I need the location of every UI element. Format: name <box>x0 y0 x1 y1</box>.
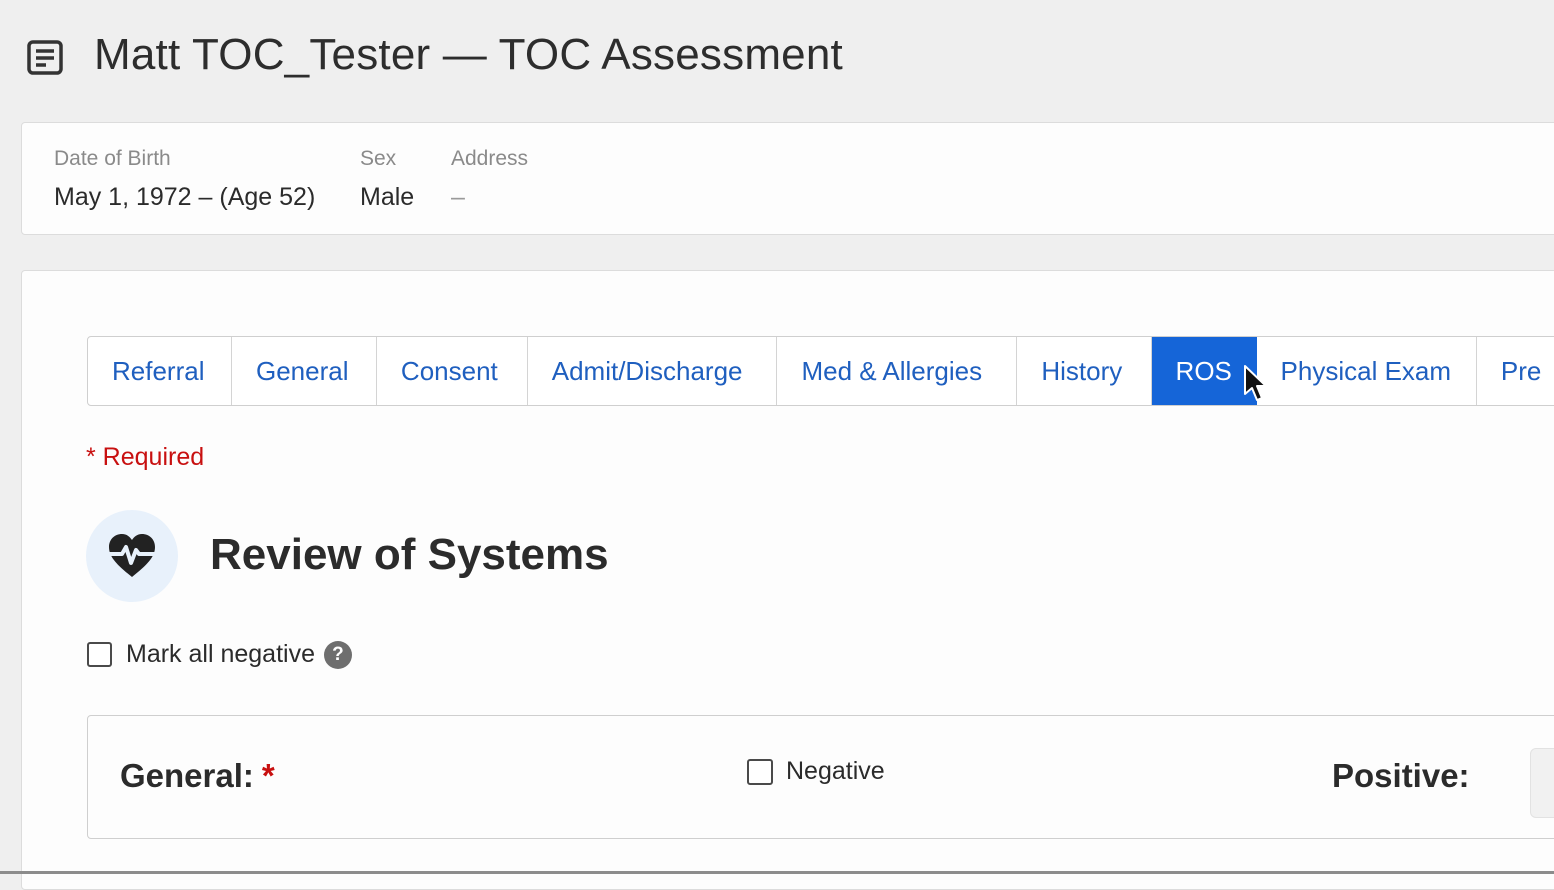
positive-input[interactable] <box>1530 748 1554 818</box>
tab-physical-exam[interactable]: Physical Exam <box>1257 337 1477 405</box>
section-title: Review of Systems <box>210 530 609 579</box>
tab-admit-discharge[interactable]: Admit/Discharge <box>528 337 778 405</box>
negative-option: Negative <box>747 757 885 786</box>
dob-value: May 1, 1972 – (Age 52) <box>54 183 316 211</box>
heart-pulse-icon <box>107 534 157 577</box>
address-field: Address – <box>451 147 528 212</box>
address-label: Address <box>451 147 529 170</box>
document-icon <box>27 40 63 75</box>
tab-consent[interactable]: Consent <box>377 337 528 405</box>
sex-field: Sex Male <box>360 147 414 212</box>
page-title: Matt TOC_Tester — TOC Assessment <box>94 30 843 79</box>
tab-pre[interactable]: Pre <box>1477 337 1554 405</box>
mark-all-negative: Mark all negative ? <box>87 640 352 669</box>
dob-field: Date of Birth May 1, 1972 – (Age 52) <box>54 147 315 212</box>
help-icon[interactable]: ? <box>323 640 352 669</box>
sex-label: Sex <box>360 147 397 170</box>
mark-all-negative-label[interactable]: Mark all negative <box>126 640 315 669</box>
tab-general[interactable]: General <box>232 337 377 405</box>
page-header: Matt TOC_Tester — TOC Assessment <box>0 0 1554 120</box>
mark-all-negative-checkbox[interactable] <box>87 642 112 667</box>
negative-label[interactable]: Negative <box>786 757 885 786</box>
required-note: * Required <box>86 443 205 471</box>
dob-label: Date of Birth <box>54 147 171 170</box>
negative-checkbox[interactable] <box>747 758 773 785</box>
mouse-cursor-icon <box>1244 365 1267 401</box>
required-star: * <box>261 757 275 794</box>
tab-history[interactable]: History <box>1017 337 1152 405</box>
tab-ros[interactable]: ROS <box>1151 337 1257 405</box>
system-label-general: General: * <box>120 757 275 795</box>
address-value: – <box>451 183 465 211</box>
section-icon-badge <box>86 510 178 602</box>
assessment-tabs: Referral General Consent Admit/Discharge… <box>87 336 1554 406</box>
positive-label: Positive: <box>1332 757 1470 794</box>
sex-value: Male <box>360 183 415 211</box>
tab-med-allergies[interactable]: Med & Allergies <box>777 337 1018 405</box>
patient-info-card: Date of Birth May 1, 1972 – (Age 52) Sex… <box>21 122 1554 235</box>
system-label-text: General: <box>120 757 254 794</box>
tab-referral[interactable]: Referral <box>88 337 232 405</box>
